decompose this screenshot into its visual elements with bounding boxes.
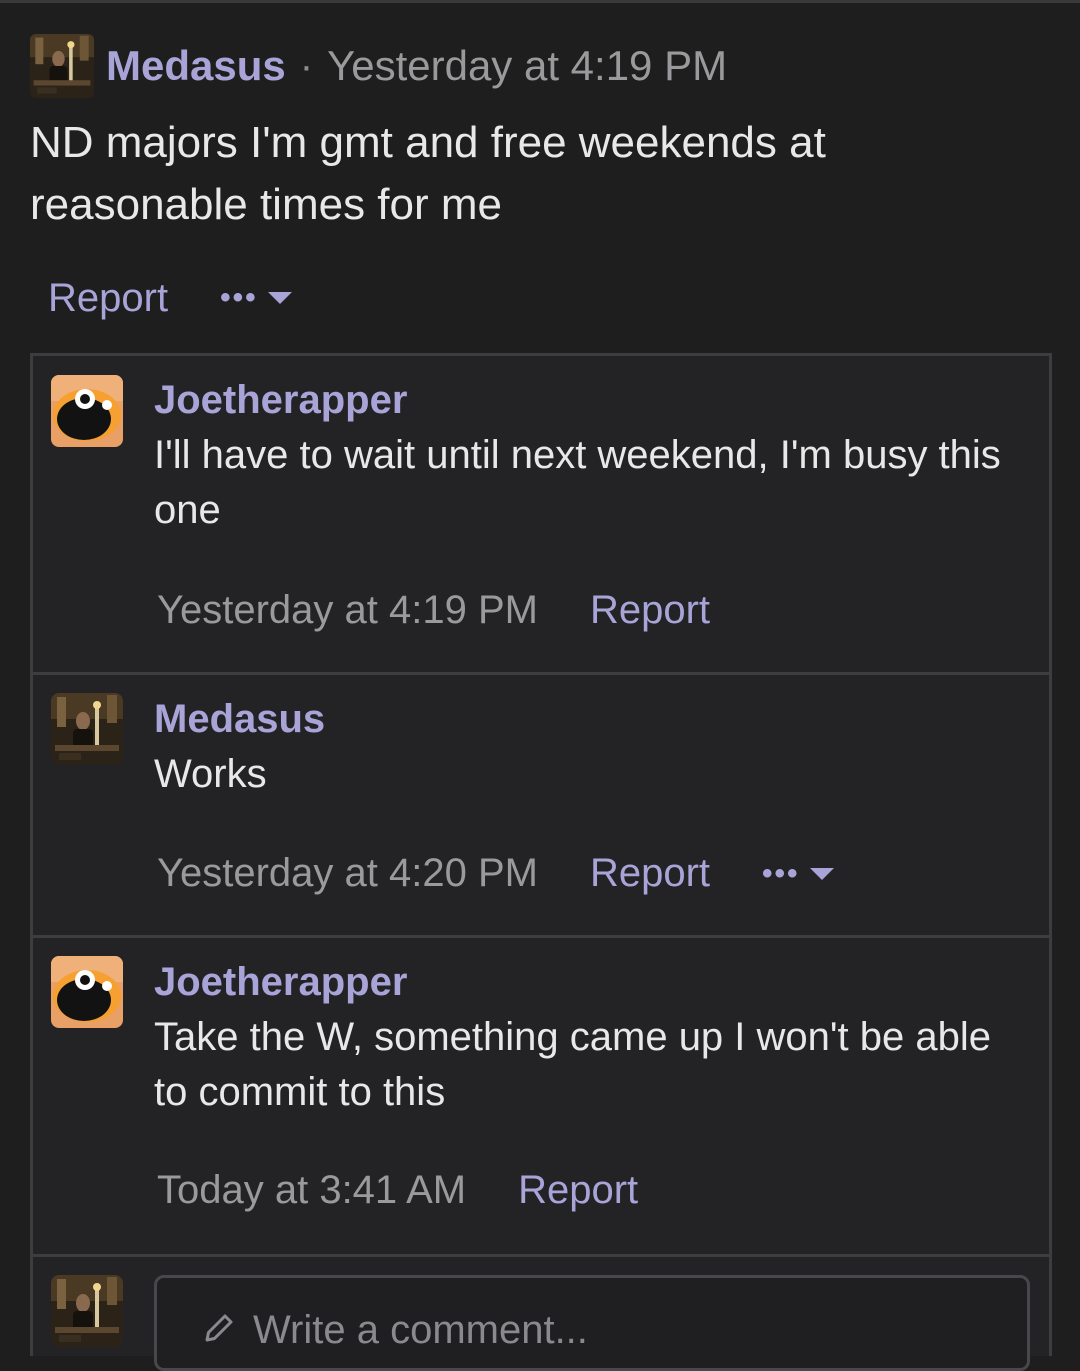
comment-timestamp[interactable]: Yesterday at 4:20 PM xyxy=(157,851,538,896)
comment-composer: Write a comment... xyxy=(33,1259,1049,1371)
comment-item: Medasus Works Yesterday at 4:20 PM Repor… xyxy=(33,675,1049,938)
chevron-down-icon xyxy=(809,867,834,880)
comment-meta: Today at 3:41 AM Report xyxy=(157,1168,638,1213)
comment-more-menu[interactable]: ••• xyxy=(762,857,834,891)
comment-author[interactable]: Medasus xyxy=(154,697,325,742)
top-divider xyxy=(0,0,1080,3)
comment-timestamp[interactable]: Today at 3:41 AM xyxy=(157,1168,466,1213)
ellipsis-icon: ••• xyxy=(220,281,258,314)
comment-input-placeholder: Write a comment... xyxy=(253,1308,588,1352)
joetherapper-avatar[interactable] xyxy=(51,956,123,1028)
post-body: ND majors I'm gmt and free weekends at r… xyxy=(30,118,826,229)
comment-meta: Yesterday at 4:19 PM Report xyxy=(157,588,710,633)
post-separator: · xyxy=(299,43,314,88)
pencil-icon xyxy=(205,1314,233,1342)
comment-timestamp[interactable]: Yesterday at 4:19 PM xyxy=(157,588,538,633)
chevron-down-icon xyxy=(267,292,292,304)
medasus-avatar[interactable] xyxy=(51,693,123,765)
post-timestamp[interactable]: Yesterday at 4:19 PM xyxy=(327,42,727,90)
comment-item: Joetherapper Take the W, something came … xyxy=(33,938,1049,1257)
comment-report-link[interactable]: Report xyxy=(590,851,710,896)
comment-text: Works xyxy=(154,752,267,796)
joetherapper-avatar[interactable] xyxy=(51,375,123,447)
post-report-link[interactable]: Report xyxy=(48,276,168,321)
ellipsis-icon: ••• xyxy=(762,856,800,890)
post-actions: Report ••• xyxy=(48,270,292,326)
comment-author[interactable]: Joetherapper xyxy=(154,960,407,1005)
medasus-avatar[interactable] xyxy=(30,34,94,98)
comment-item: Joetherapper I'll have to wait until nex… xyxy=(33,356,1049,675)
comment-report-link[interactable]: Report xyxy=(590,588,710,633)
comment-author[interactable]: Joetherapper xyxy=(154,378,407,423)
post-header: Medasus · Yesterday at 4:19 PM xyxy=(30,34,727,98)
post-author[interactable]: Medasus xyxy=(106,42,286,90)
comment-meta: Yesterday at 4:20 PM Report ••• xyxy=(157,851,834,896)
comment-text: I'll have to wait until next weekend, I'… xyxy=(154,433,1001,532)
comment-input[interactable]: Write a comment... xyxy=(154,1275,1030,1371)
comments-panel: Joetherapper I'll have to wait until nex… xyxy=(30,353,1052,1371)
comment-text: Take the W, something came up I won't be… xyxy=(154,1015,991,1114)
post-more-menu[interactable]: ••• xyxy=(220,281,292,315)
current-user-avatar xyxy=(51,1275,123,1347)
comment-report-link[interactable]: Report xyxy=(518,1168,638,1213)
